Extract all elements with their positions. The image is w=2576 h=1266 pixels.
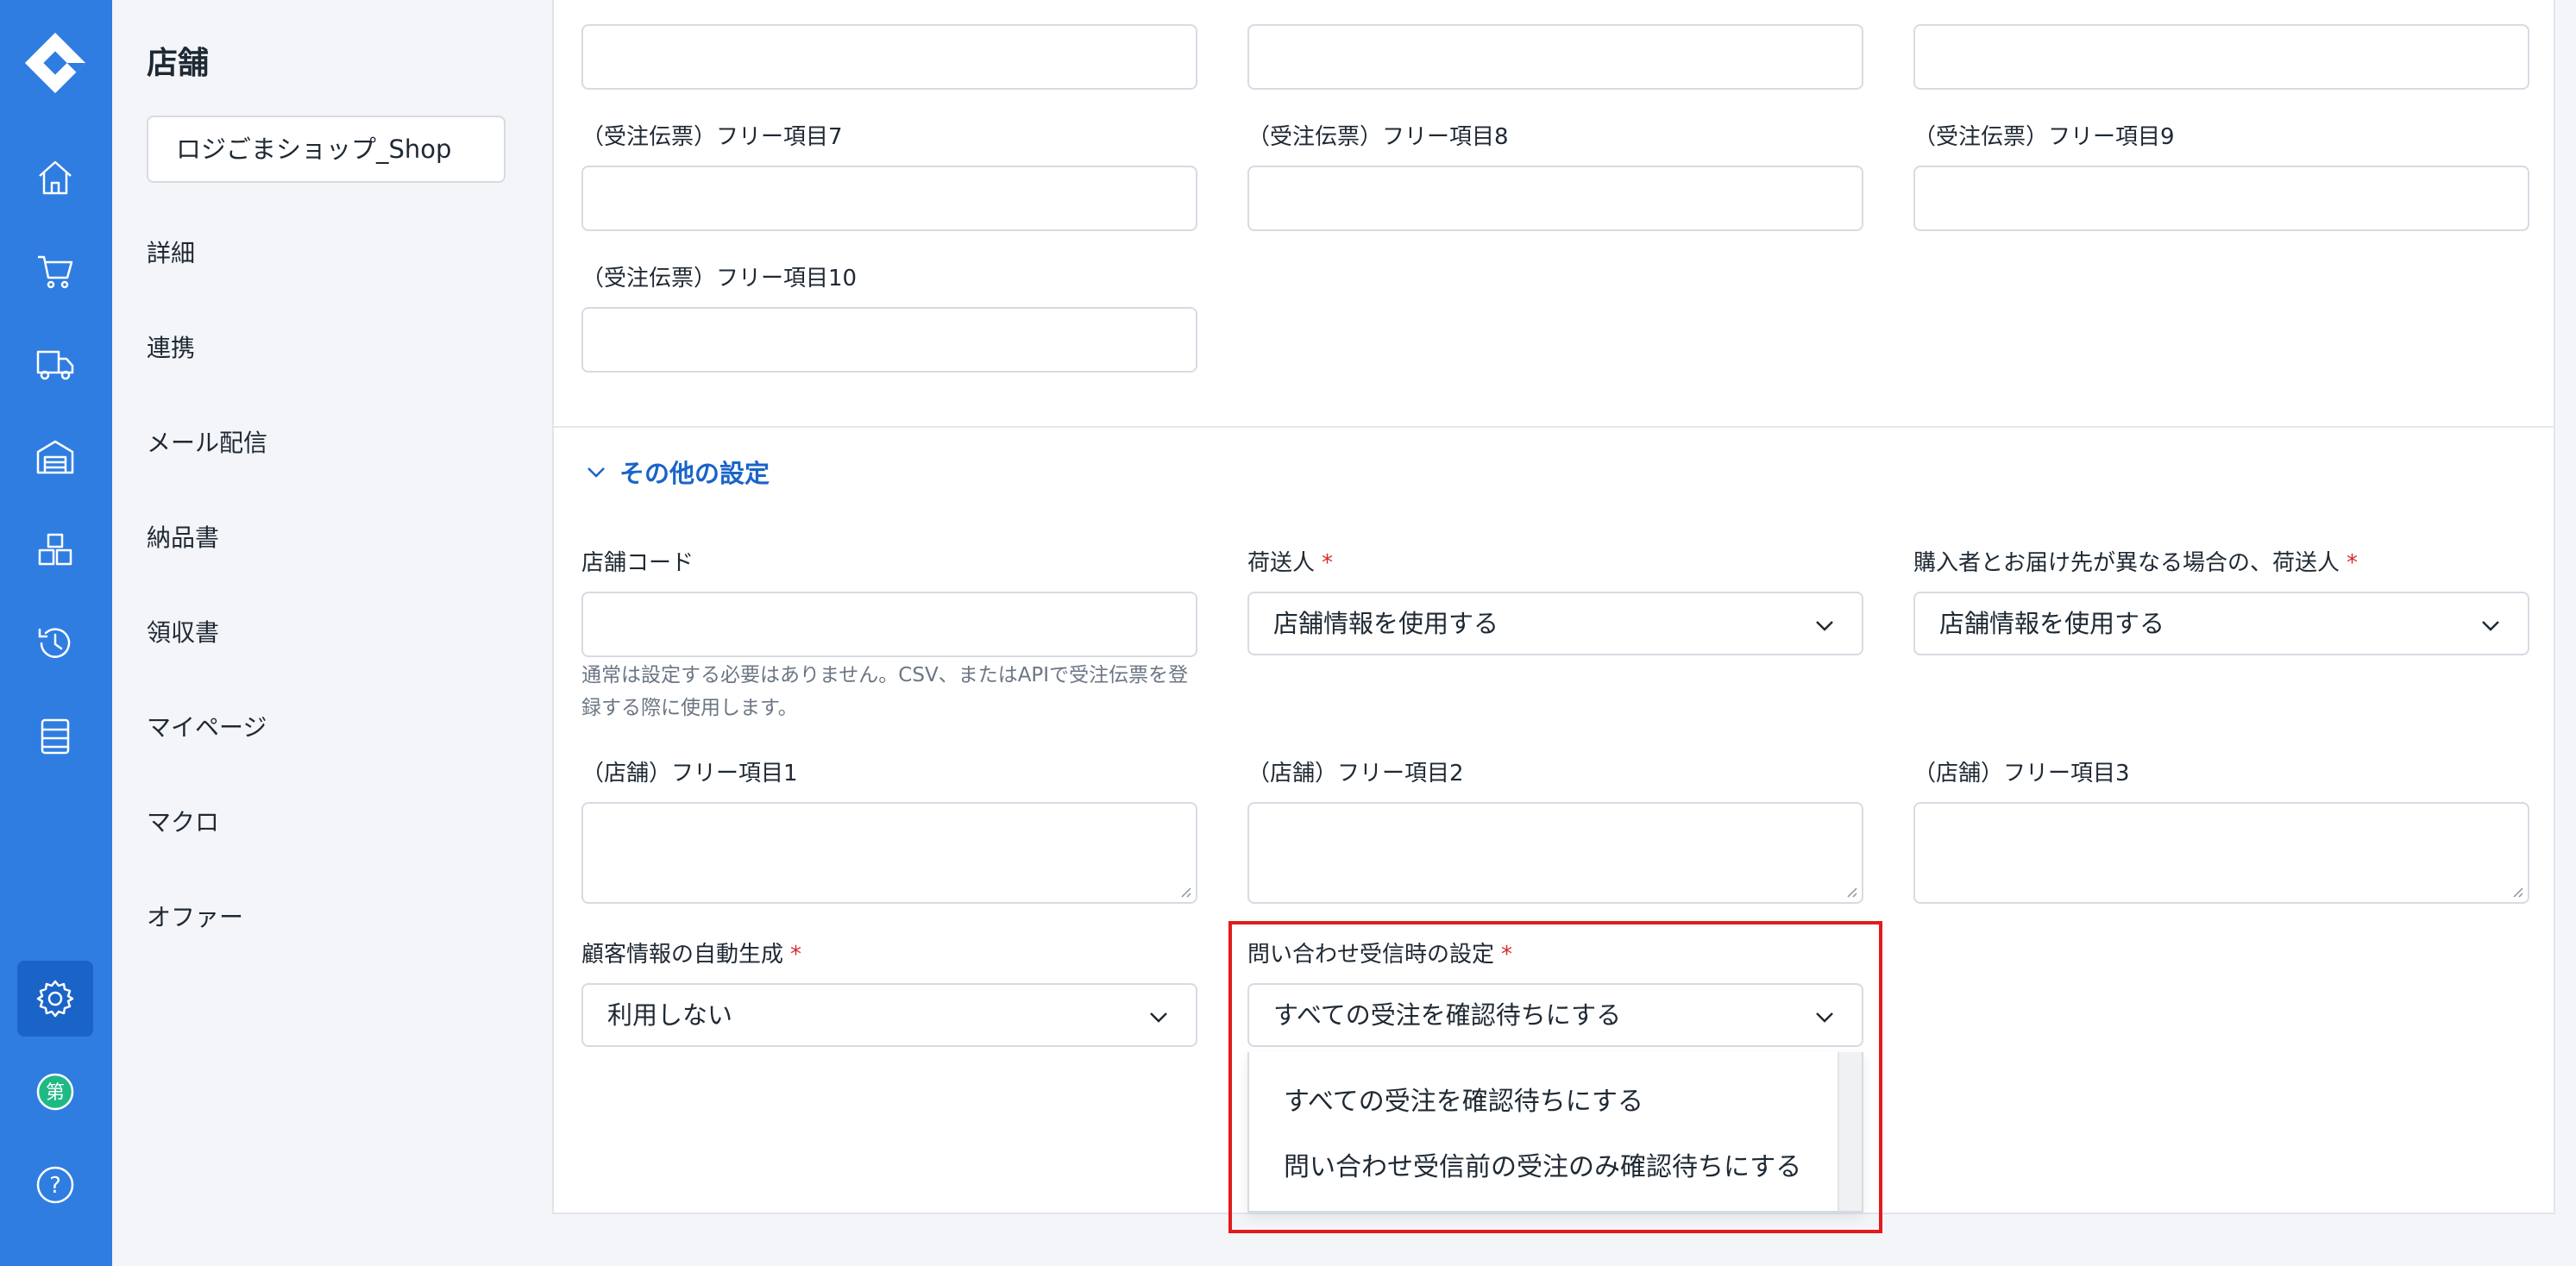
inquiry-dropdown-list: すべての受注を確認待ちにする 問い合わせ受信前の受注のみ確認待ちにする bbox=[1247, 1052, 1863, 1213]
store-code-input[interactable] bbox=[581, 592, 1197, 657]
store-free-field-3-label: （店舗）フリー項目3 bbox=[1913, 761, 2130, 787]
inquiry-option-all[interactable]: すべての受注を確認待ちにする bbox=[1284, 1080, 1643, 1118]
order-free-field-10-input[interactable] bbox=[581, 307, 1197, 373]
auto-customer-select[interactable]: 利用しない bbox=[581, 983, 1197, 1047]
shipper-alt-label-text: 購入者とお届け先が異なる場合の、荷送人 bbox=[1913, 550, 2340, 576]
subnav-title: 店舗 bbox=[147, 46, 210, 81]
subnav-item-macro[interactable]: マクロ bbox=[147, 804, 219, 838]
subnav-item-mypage[interactable]: マイページ bbox=[147, 709, 267, 743]
settings-panel: （受注伝票）フリー項目7 （受注伝票）フリー項目8 （受注伝票）フリー項目9 （… bbox=[552, 0, 2555, 1214]
inquiry-select[interactable]: すべての受注を確認待ちにする bbox=[1247, 983, 1863, 1047]
global-nav-rail: 第 ? bbox=[0, 0, 112, 1266]
nav-documents-button[interactable] bbox=[17, 699, 93, 774]
truck-icon bbox=[36, 350, 74, 380]
section-title: その他の設定 bbox=[619, 459, 770, 488]
order-free-field-7-input[interactable] bbox=[581, 166, 1197, 231]
nav-inventory-button[interactable] bbox=[17, 512, 93, 588]
chevron-down-icon bbox=[2482, 621, 2499, 631]
chevron-down-icon bbox=[1150, 1012, 1167, 1023]
chevron-down-icon bbox=[587, 467, 605, 478]
home-icon bbox=[39, 160, 72, 195]
order-free-field-4-input[interactable] bbox=[581, 24, 1197, 90]
resize-grip-icon[interactable] bbox=[1178, 885, 1192, 899]
shipper-select[interactable]: 店舗情報を使用する bbox=[1247, 592, 1863, 655]
order-free-field-5-input[interactable] bbox=[1247, 24, 1863, 90]
order-free-field-9-label: （受注伝票）フリー項目9 bbox=[1913, 124, 2175, 150]
store-code-help: 通常は設定する必要はありません。CSV、またはAPIで受注伝票を登録する際に使用… bbox=[581, 664, 1189, 719]
order-free-field-7-label: （受注伝票）フリー項目7 bbox=[581, 124, 843, 150]
resize-grip-icon[interactable] bbox=[2510, 885, 2524, 899]
order-free-field-9-input[interactable] bbox=[1913, 166, 2529, 231]
required-mark: * bbox=[2347, 550, 2359, 576]
subnav-item-offer[interactable]: オファー bbox=[147, 899, 243, 933]
account-badge-icon: 第 bbox=[36, 1073, 74, 1111]
document-list-icon bbox=[41, 718, 70, 755]
chevron-down-icon bbox=[1816, 1012, 1833, 1023]
store-subnav: 店舗 ロジごまショップ_Shop 詳細 連携 メール配信 納品書 領収書 マイペ… bbox=[112, 0, 526, 1266]
nav-settings-button[interactable] bbox=[17, 961, 93, 1037]
shipper-select-value: 店舗情報を使用する bbox=[1273, 609, 1499, 638]
auto-customer-label: 顧客情報の自動生成 * bbox=[581, 937, 801, 968]
shop-selector[interactable]: ロジごまショップ_Shop bbox=[147, 116, 506, 183]
order-free-field-8-input[interactable] bbox=[1247, 166, 1863, 231]
required-mark: * bbox=[1322, 550, 1334, 576]
subnav-item-delivery-note[interactable]: 納品書 bbox=[147, 519, 219, 554]
subnav-item-integration[interactable]: 連携 bbox=[147, 329, 195, 364]
help-glyph: ? bbox=[49, 1173, 61, 1199]
inquiry-option-before-inquiry[interactable]: 問い合わせ受信前の受注のみ確認待ちにする bbox=[1284, 1145, 1801, 1183]
other-settings-toggle[interactable]: その他の設定 bbox=[585, 454, 770, 490]
chevron-down-icon bbox=[1816, 621, 1833, 631]
account-button[interactable]: 第 bbox=[17, 1054, 93, 1130]
store-free-field-3-textarea[interactable] bbox=[1913, 802, 2529, 904]
gear-icon bbox=[36, 980, 74, 1018]
shipper-alt-select[interactable]: 店舗情報を使用する bbox=[1913, 592, 2529, 655]
help-icon: ? bbox=[36, 1166, 74, 1204]
dropdown-scrollbar[interactable] bbox=[1838, 1052, 1862, 1211]
section-divider bbox=[554, 426, 2554, 428]
auto-customer-select-value: 利用しない bbox=[607, 1000, 733, 1030]
store-free-field-1-label: （店舗）フリー項目1 bbox=[581, 761, 798, 787]
required-mark: * bbox=[790, 942, 802, 968]
subnav-item-mail-delivery[interactable]: メール配信 bbox=[147, 424, 267, 459]
store-code-label: 店舗コード bbox=[581, 550, 694, 576]
order-free-field-6-input[interactable] bbox=[1913, 24, 2529, 90]
nav-warehouse-button[interactable] bbox=[17, 419, 93, 495]
shipper-alt-label: 購入者とお届け先が異なる場合の、荷送人 * bbox=[1913, 545, 2358, 577]
store-free-field-2-textarea[interactable] bbox=[1247, 802, 1863, 904]
inquiry-label-text: 問い合わせ受信時の設定 bbox=[1247, 942, 1495, 968]
shipper-label-text: 荷送人 bbox=[1247, 550, 1316, 576]
inquiry-label: 問い合わせ受信時の設定 * bbox=[1247, 937, 1512, 968]
account-badge-text: 第 bbox=[46, 1082, 65, 1104]
logo-icon[interactable] bbox=[22, 29, 89, 97]
cart-icon bbox=[38, 255, 73, 289]
required-mark: * bbox=[1501, 942, 1513, 968]
help-button[interactable]: ? bbox=[17, 1147, 93, 1223]
auto-customer-label-text: 顧客情報の自動生成 bbox=[581, 942, 784, 968]
order-free-field-8-label: （受注伝票）フリー項目8 bbox=[1247, 124, 1509, 150]
subnav-item-details[interactable]: 詳細 bbox=[147, 235, 195, 269]
shipper-label: 荷送人 * bbox=[1247, 545, 1333, 577]
boxes-icon bbox=[38, 533, 72, 566]
resize-grip-icon[interactable] bbox=[1844, 885, 1858, 899]
inquiry-select-value: すべての受注を確認待ちにする bbox=[1273, 1000, 1622, 1030]
nav-home-button[interactable] bbox=[17, 140, 93, 216]
nav-shipping-button[interactable] bbox=[17, 326, 93, 402]
history-icon bbox=[38, 628, 71, 658]
store-free-field-1-textarea[interactable] bbox=[581, 802, 1197, 904]
order-free-field-10-label: （受注伝票）フリー項目10 bbox=[581, 266, 858, 291]
warehouse-icon bbox=[36, 440, 74, 474]
nav-orders-button[interactable] bbox=[17, 233, 93, 309]
store-free-field-2-label: （店舗）フリー項目2 bbox=[1247, 761, 1464, 787]
subnav-item-receipt[interactable]: 領収書 bbox=[147, 614, 219, 649]
shipper-alt-select-value: 店舗情報を使用する bbox=[1939, 609, 2165, 638]
nav-history-button[interactable] bbox=[17, 605, 93, 681]
